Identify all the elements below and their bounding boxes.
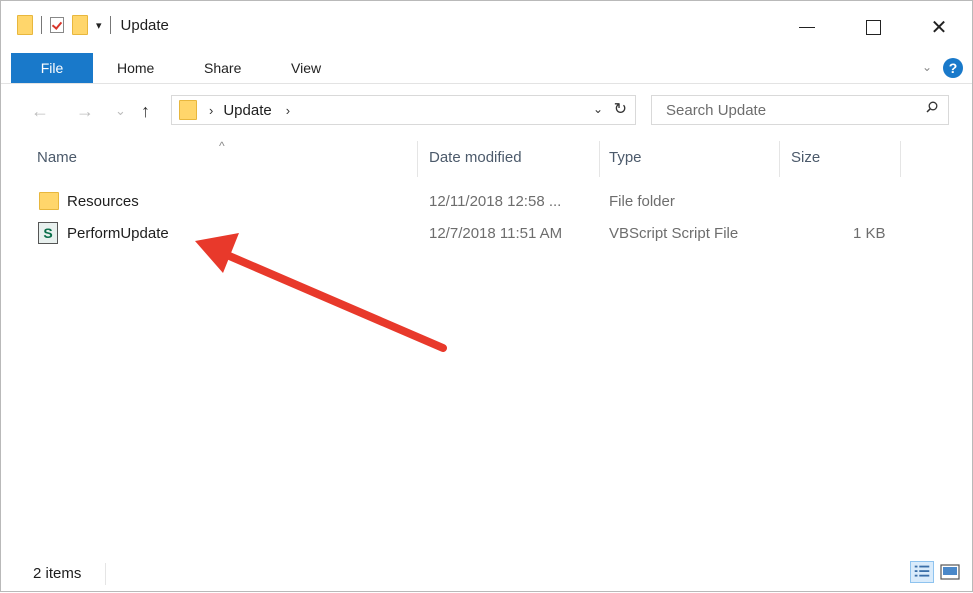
item-count: 2 items: [33, 565, 82, 582]
status-bar: 2 items: [1, 557, 972, 591]
large-icons-view-icon[interactable]: [938, 561, 962, 583]
divider: [105, 563, 106, 585]
file-explorer-window: ▾ Update ✕ File Home Share View ⌄ ? ← → …: [0, 0, 973, 592]
annotation-arrow: [195, 233, 447, 352]
details-view-icon[interactable]: [910, 561, 934, 583]
